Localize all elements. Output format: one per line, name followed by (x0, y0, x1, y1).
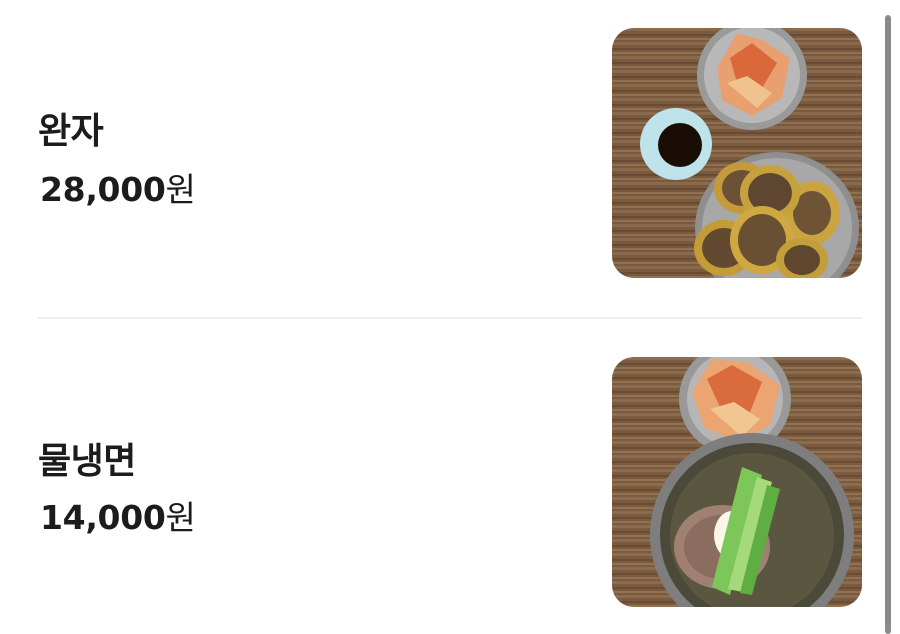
menu-item-wanja[interactable]: 완자 28,000원 (38, 28, 862, 278)
menu-page: 완자 28,000원 물냉면 14,000원 (0, 0, 900, 634)
menu-item-name: 완자 (38, 111, 104, 152)
price-amount: 28,000 (40, 170, 166, 209)
menu-item-price: 14,000원 (40, 491, 196, 539)
menu-item-name: 물냉면 (38, 441, 136, 482)
divider (38, 317, 862, 319)
menu-item-mul-naengmyeon[interactable]: 물냉면 14,000원 (38, 357, 862, 607)
wanja-dish-photo[interactable] (612, 28, 862, 278)
price-amount: 14,000 (40, 498, 166, 537)
menu-item-price: 28,000원 (40, 163, 196, 211)
mul-naengmyeon-dish-photo[interactable] (612, 357, 862, 607)
price-unit: 원 (165, 170, 196, 209)
scrollbar[interactable] (885, 15, 891, 634)
price-unit: 원 (165, 498, 196, 537)
